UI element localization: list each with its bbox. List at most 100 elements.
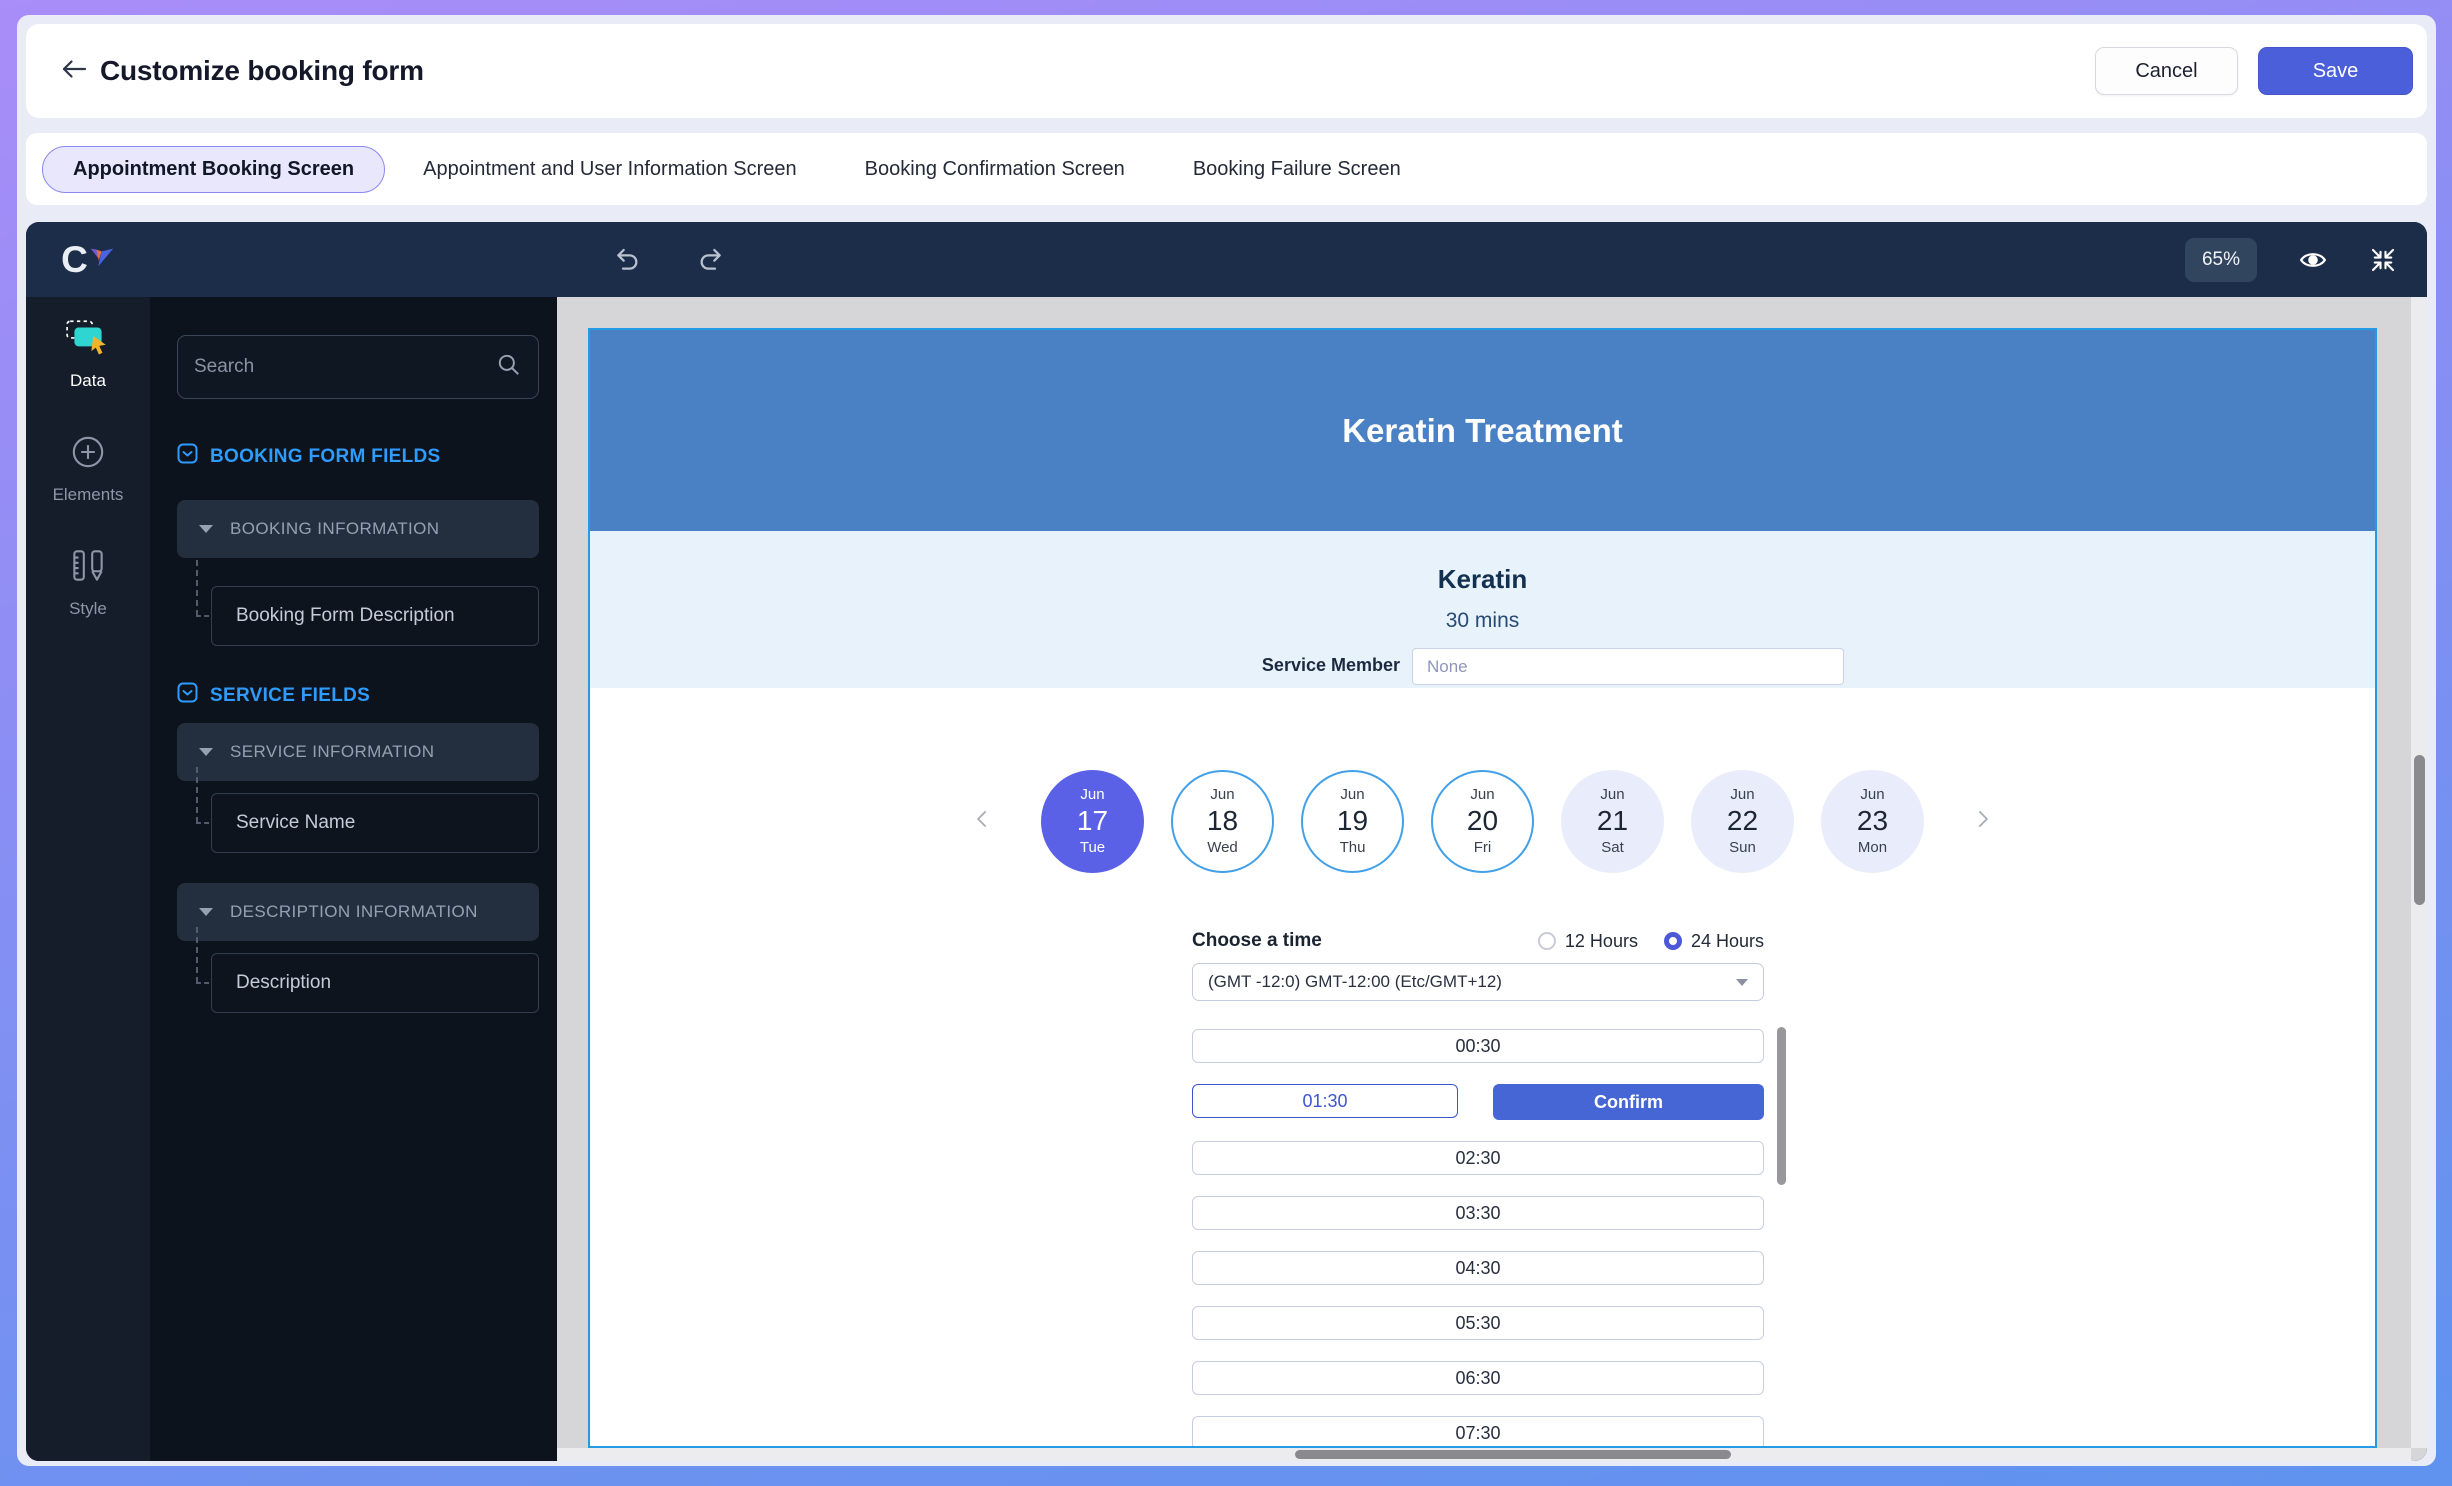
slot-list-scrollbar[interactable] (1777, 1027, 1786, 1185)
section-title-label: SERVICE FIELDS (210, 685, 370, 707)
vertical-scrollbar-track (2411, 297, 2427, 1448)
header-actions: Cancel Save (2095, 47, 2413, 95)
date-day: 20 (1467, 805, 1498, 837)
field-item-service-name[interactable]: Service Name (211, 793, 539, 853)
tab-booking-failure-screen[interactable]: Booking Failure Screen (1159, 158, 1435, 181)
time-slot-04-30[interactable]: 04:30 (1192, 1251, 1764, 1285)
sidebar-item-data[interactable]: Data (65, 319, 111, 391)
date-weekday: Fri (1474, 840, 1492, 857)
canvas: Keratin Treatment Keratin 30 mins Servic… (557, 297, 2427, 1461)
date-pill-jun-19[interactable]: Jun19Thu (1301, 770, 1404, 873)
section-collapse-icon (177, 682, 198, 709)
back-arrow-icon (59, 57, 89, 86)
editor-toolbar: C 65% (26, 222, 2427, 297)
save-button[interactable]: Save (2258, 47, 2413, 95)
group-header-label: BOOKING INFORMATION (230, 519, 439, 539)
time-slot-03-30[interactable]: 03:30 (1192, 1196, 1764, 1230)
sidebar-item-label: Style (69, 599, 107, 619)
date-month: Jun (1210, 787, 1234, 804)
date-month: Jun (1340, 787, 1364, 804)
service-member-select[interactable]: None (1412, 648, 1844, 685)
time-section: Choose a time 12 Hours24 Hours (GMT -12:… (1192, 928, 1764, 1448)
back-button[interactable] (54, 51, 94, 91)
booking-preview: Keratin Treatment Keratin 30 mins Servic… (588, 328, 2377, 1448)
field-sections: BOOKING FORM FIELDS BOOKING INFORMATION Bo… (177, 443, 539, 1013)
radio-label: 24 Hours (1691, 931, 1764, 952)
date-pill-jun-18[interactable]: Jun18Wed (1171, 770, 1274, 873)
logo-check-icon (89, 245, 115, 274)
group-header-booking-information[interactable]: BOOKING INFORMATION (177, 500, 539, 558)
radio-24-hours[interactable]: 24 Hours (1664, 931, 1764, 952)
field-item-description[interactable]: Description (211, 953, 539, 1013)
field-item-booking-form-description[interactable]: Booking Form Description (211, 586, 539, 646)
radio-dot-icon (1664, 932, 1682, 950)
confirm-button[interactable]: Confirm (1493, 1084, 1764, 1120)
section-title-label: BOOKING FORM FIELDS (210, 446, 441, 468)
page-title: Customize booking form (100, 55, 424, 87)
search-input[interactable] (194, 356, 496, 378)
tab-appointment-booking-screen[interactable]: Appointment Booking Screen (42, 146, 385, 193)
date-weekday: Thu (1340, 840, 1366, 857)
logo-letter: C (61, 239, 88, 281)
horizontal-scrollbar-thumb[interactable] (1295, 1450, 1731, 1459)
zoom-level-badge[interactable]: 65% (2185, 238, 2257, 282)
undo-icon[interactable] (605, 240, 645, 280)
group-header-description-information[interactable]: DESCRIPTION INFORMATION (177, 883, 539, 941)
sidebar-item-elements[interactable]: Elements (53, 431, 124, 505)
next-dates-button[interactable] (1965, 805, 1999, 839)
date-weekday: Mon (1858, 840, 1887, 857)
date-month: Jun (1860, 787, 1884, 804)
date-pills: Jun17TueJun18WedJun19ThuJun20FriJun21Sat… (1041, 770, 1924, 873)
sidebar-item-label: Data (70, 371, 106, 391)
field-item-wrap: Service Name (211, 793, 539, 853)
date-month: Jun (1470, 787, 1494, 804)
time-slot-02-30[interactable]: 02:30 (1192, 1141, 1764, 1175)
time-header: Choose a time 12 Hours24 Hours (1192, 928, 1764, 954)
section-title-service-fields[interactable]: SERVICE FIELDS (177, 682, 539, 709)
time-slot-07-30[interactable]: 07:30 (1192, 1416, 1764, 1448)
timezone-select[interactable]: (GMT -12:0) GMT-12:00 (Etc/GMT+12) (1192, 963, 1764, 1001)
field-group-booking-information: BOOKING INFORMATION Booking Form Descript… (177, 500, 539, 646)
time-slot-06-30[interactable]: 06:30 (1192, 1361, 1764, 1395)
field-group-service-information: SERVICE INFORMATION Service Name (177, 723, 539, 853)
date-picker: Jun17TueJun18WedJun19ThuJun20FriJun21Sat… (590, 770, 2375, 873)
screen-tabs: Appointment Booking ScreenAppointment an… (26, 133, 2427, 205)
date-pill-jun-20[interactable]: Jun20 Fri (1431, 770, 1534, 873)
vertical-scrollbar-thumb[interactable] (2414, 755, 2425, 905)
time-slot-05-30[interactable]: 05:30 (1192, 1306, 1764, 1340)
date-pill-jun-23: Jun23Mon (1821, 770, 1924, 873)
date-month: Jun (1080, 787, 1104, 804)
chevron-right-icon (1969, 806, 1995, 837)
redo-icon[interactable] (693, 240, 733, 280)
time-slot-01-30[interactable]: 01:30 (1192, 1084, 1458, 1118)
date-weekday: Sun (1729, 840, 1756, 857)
page-header: Customize booking form Cancel Save (26, 24, 2427, 118)
service-banner-title: Keratin Treatment (1342, 412, 1623, 450)
prev-dates-button[interactable] (966, 805, 1000, 839)
search-icon (496, 352, 522, 383)
preview-eye-icon[interactable] (2293, 240, 2333, 280)
hour-format-radios: 12 Hours 24 Hours (1538, 931, 1764, 952)
radio-dot-icon (1538, 932, 1556, 950)
radio-12-hours[interactable]: 12 Hours (1538, 931, 1638, 952)
time-slot-00-30[interactable]: 00:30 (1192, 1029, 1764, 1063)
style-icon (67, 545, 109, 592)
tab-appointment-and-user-information-screen[interactable]: Appointment and User Information Screen (389, 158, 831, 181)
selected-slot-row: 01:30 Confirm (1192, 1084, 1764, 1120)
collapse-icon[interactable] (2363, 240, 2403, 280)
date-day: 18 (1207, 805, 1238, 837)
timezone-value: (GMT -12:0) GMT-12:00 (Etc/GMT+12) (1208, 972, 1502, 992)
tab-booking-confirmation-screen[interactable]: Booking Confirmation Screen (831, 158, 1159, 181)
caret-down-icon (199, 748, 213, 756)
service-summary: Keratin 30 mins Service Member None (590, 531, 2375, 688)
date-pill-jun-17[interactable]: Jun17Tue (1041, 770, 1144, 873)
cancel-button[interactable]: Cancel (2095, 47, 2238, 95)
time-slot-list: 00:30 01:30 Confirm 02:30 03:30 04:30 05:30 06:… (1192, 1029, 1764, 1448)
radio-label: 12 Hours (1565, 931, 1638, 952)
field-group-description-information: DESCRIPTION INFORMATION Description (177, 883, 539, 1013)
group-header-service-information[interactable]: SERVICE INFORMATION (177, 723, 539, 781)
workspace: DataElementsStyle BOOKING FORM FIELDSBOO… (26, 297, 2427, 1461)
sidebar-item-style[interactable]: Style (67, 545, 109, 619)
date-month: Jun (1600, 787, 1624, 804)
section-title-booking-form-fields[interactable]: BOOKING FORM FIELDS (177, 443, 539, 470)
